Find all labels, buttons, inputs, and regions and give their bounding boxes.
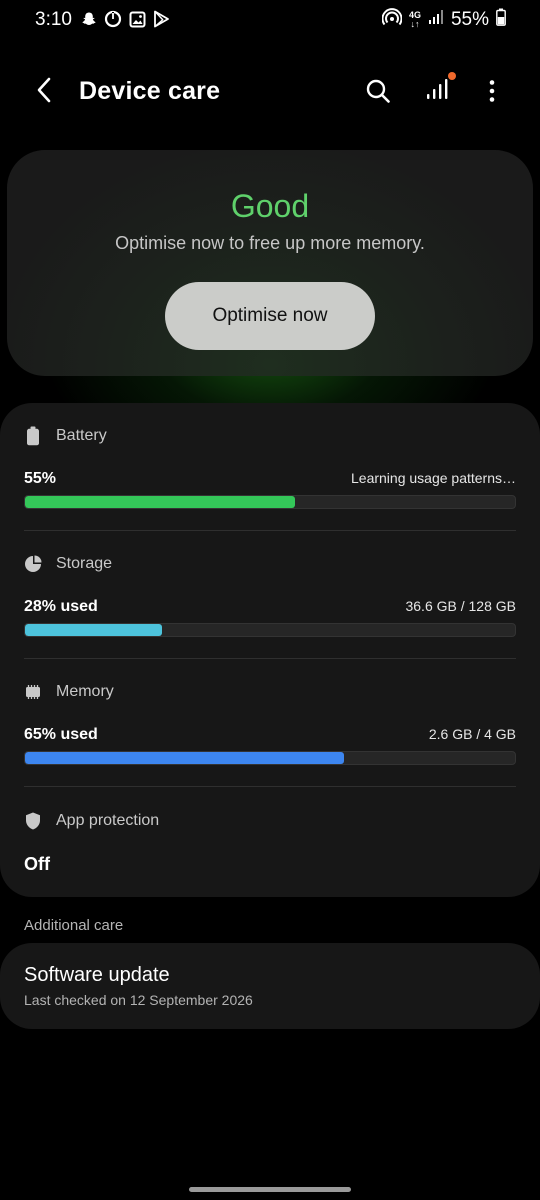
battery-icon: [496, 8, 506, 31]
app-protection-value: Off: [24, 854, 50, 874]
gallery-icon: [128, 9, 146, 29]
memory-progress-bar: [24, 751, 516, 765]
divider: [24, 658, 516, 659]
page-title: Device care: [79, 77, 221, 105]
notification-icons: [80, 9, 170, 29]
additional-care-heading: Additional care: [24, 917, 124, 934]
divider: [24, 530, 516, 531]
status-bar: 3:10 4G ↓↑ 55%: [0, 0, 540, 40]
battery-icon: [24, 426, 42, 446]
battery-detail: Learning usage patterns…: [351, 470, 516, 486]
memory-chip-icon: [24, 682, 42, 702]
storage-progress-fill: [25, 624, 163, 636]
battery-value: 55%: [24, 470, 57, 487]
software-update-subtitle: Last checked on 12 September 2026: [24, 992, 253, 1008]
storage-detail: 36.6 GB / 128 GB: [405, 598, 516, 614]
back-arrow-icon: [36, 77, 52, 108]
notification-dot: [448, 72, 456, 80]
search-button[interactable]: [361, 76, 395, 110]
power-icon: [104, 9, 122, 29]
battery-progress-bar: [24, 495, 516, 509]
status-time: 3:10: [35, 9, 72, 30]
storage-section[interactable]: Storage: [24, 554, 112, 574]
memory-value: 65% used: [24, 726, 98, 743]
play-store-icon: [152, 9, 170, 29]
software-update-title: Software update: [24, 964, 170, 986]
status-right-icons: 4G ↓↑ 55%: [381, 8, 506, 31]
divider: [24, 786, 516, 787]
device-care-screen: 3:10 4G ↓↑ 55% Device care Good Optimise…: [0, 0, 540, 1200]
search-icon: [365, 78, 391, 109]
app-protection-section[interactable]: App protection: [24, 811, 159, 831]
storage-progress-bar: [24, 623, 516, 637]
storage-label: Storage: [56, 555, 113, 572]
more-options-button[interactable]: [476, 76, 508, 110]
status-subtitle: Optimise now to free up more memory.: [115, 233, 425, 253]
battery-section[interactable]: Battery: [24, 426, 107, 446]
memory-progress-fill: [25, 752, 344, 764]
storage-value: 28% used: [24, 598, 98, 615]
signal-stats-icon: [425, 77, 449, 106]
battery-progress-fill: [25, 496, 295, 508]
network-type-icon: 4G ↓↑: [408, 9, 421, 29]
battery-percent: 55%: [450, 8, 489, 30]
memory-label: Memory: [56, 683, 114, 700]
pie-chart-icon: [24, 554, 42, 574]
memory-detail: 2.6 GB / 4 GB: [428, 726, 516, 742]
shield-icon: [24, 811, 42, 831]
snapchat-icon: [80, 9, 98, 29]
device-status: Good: [230, 188, 310, 224]
back-button[interactable]: [28, 76, 60, 108]
signal-strength-icon: [428, 9, 444, 30]
battery-label: Battery: [56, 427, 107, 444]
home-indicator[interactable]: [189, 1187, 351, 1192]
memory-section[interactable]: Memory: [24, 682, 114, 702]
more-vertical-icon: [489, 79, 495, 108]
app-protection-label: App protection: [56, 812, 160, 829]
optimise-now-button[interactable]: Optimise now: [165, 282, 375, 350]
network-type-label: 4G: [408, 9, 421, 20]
app-header: Device care: [0, 60, 540, 124]
hotspot-icon: [381, 8, 403, 31]
